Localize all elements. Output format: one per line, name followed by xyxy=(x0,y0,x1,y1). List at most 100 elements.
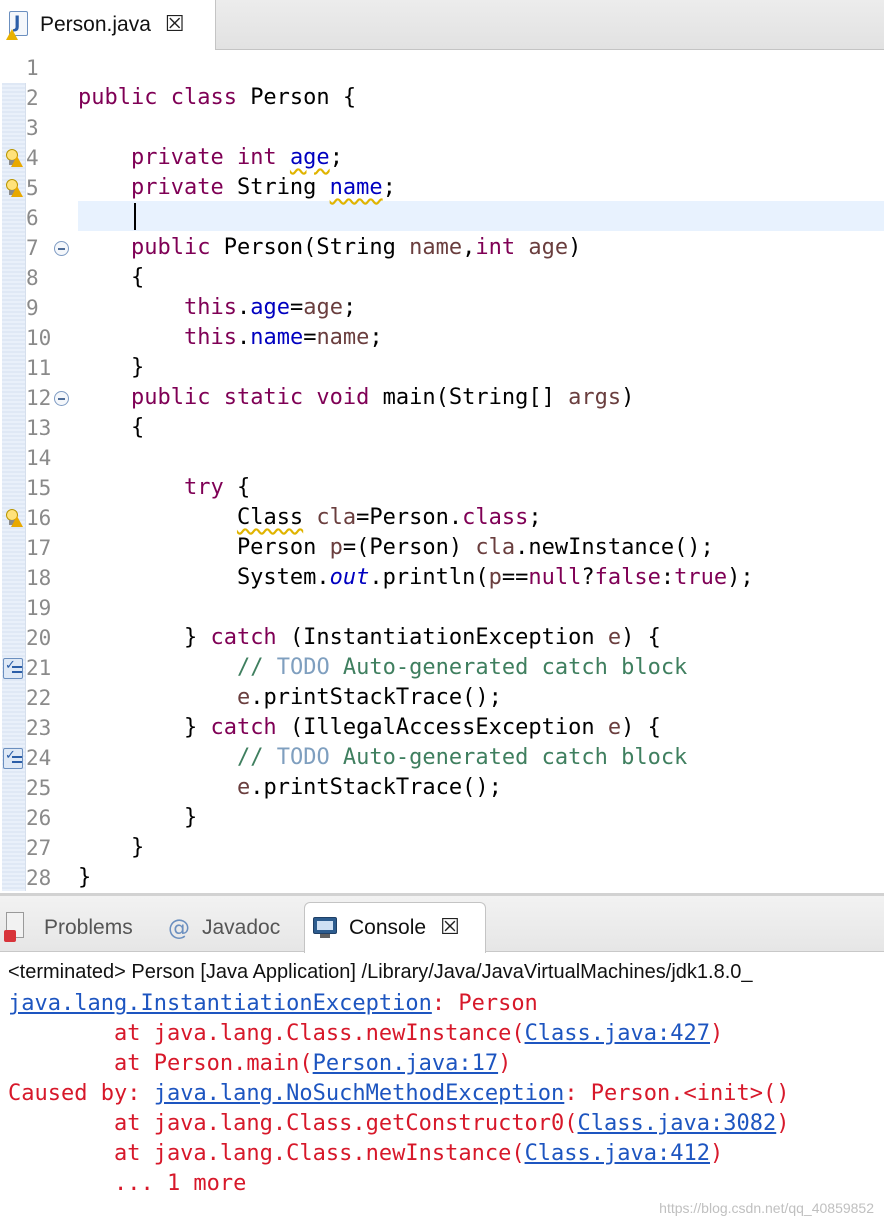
collapse-fold-icon[interactable] xyxy=(54,391,69,406)
gutter-row[interactable]: 10 xyxy=(0,323,76,353)
code-line[interactable]: private String name; xyxy=(78,173,396,203)
code-line[interactable]: this.name=name; xyxy=(78,323,383,353)
code-line[interactable]: } catch (IllegalAccessException e) { xyxy=(78,713,661,743)
code-line[interactable]: } xyxy=(78,863,91,893)
tab-javadoc[interactable]: @ Javadoc xyxy=(168,904,280,952)
code-line[interactable]: private int age; xyxy=(78,143,343,173)
code-editor[interactable]: 1234567891011121314151617181920212223242… xyxy=(0,51,884,893)
gutter-row[interactable]: 21 xyxy=(0,653,76,683)
code-token: args xyxy=(568,385,622,410)
quick-fix-warning-icon[interactable] xyxy=(3,149,23,167)
code-line[interactable]: } catch (InstantiationException e) { xyxy=(78,623,661,653)
gutter-row[interactable]: 23 xyxy=(0,713,76,743)
gutter-row[interactable]: 5 xyxy=(0,173,76,203)
stack-trace-link[interactable]: java.lang.NoSuchMethodException xyxy=(154,1081,565,1106)
code-line[interactable]: e.printStackTrace(); xyxy=(78,773,502,803)
code-token: } xyxy=(78,625,211,650)
gutter-row[interactable]: 22 xyxy=(0,683,76,713)
gutter-row[interactable]: 19 xyxy=(0,593,76,623)
stack-trace-link[interactable]: Class.java:427 xyxy=(525,1021,710,1046)
code-line[interactable]: public Person(String name,int age) xyxy=(78,233,581,263)
tab-console[interactable]: Console ☒ xyxy=(304,902,486,953)
code-token: e xyxy=(236,775,251,800)
code-line[interactable]: // TODO Auto-generated catch block xyxy=(78,743,687,773)
line-number: 18 xyxy=(26,566,52,590)
gutter-row[interactable]: 13 xyxy=(0,413,76,443)
gutter-row[interactable]: 18 xyxy=(0,563,76,593)
code-line[interactable]: public static void main(String[] args) xyxy=(78,383,634,413)
code-line[interactable]: } xyxy=(78,833,144,863)
code-line[interactable]: } xyxy=(78,353,144,383)
gutter-row[interactable]: 9 xyxy=(0,293,76,323)
code-token: name xyxy=(316,325,370,350)
code-token: private xyxy=(130,175,237,200)
line-number: 5 xyxy=(26,176,39,200)
line-number: 12 xyxy=(26,386,52,410)
console-text: : Person xyxy=(431,991,538,1016)
gutter-row[interactable]: 8 xyxy=(0,263,76,293)
problems-icon xyxy=(4,912,30,944)
close-tab-icon[interactable]: ☒ xyxy=(165,14,185,36)
gutter-row[interactable]: 7 xyxy=(0,233,76,263)
code-token: .println( xyxy=(369,565,489,590)
code-token: out xyxy=(329,565,370,590)
gutter-row[interactable]: 2 xyxy=(0,83,76,113)
quick-fix-warning-icon[interactable] xyxy=(3,509,23,527)
line-number: 24 xyxy=(26,746,52,770)
code-line[interactable]: public class Person { xyxy=(78,83,356,113)
gutter-row[interactable]: 6 xyxy=(0,203,76,233)
tab-javadoc-label: Javadoc xyxy=(202,916,281,939)
gutter-row[interactable]: 25 xyxy=(0,773,76,803)
gutter-row[interactable]: 17 xyxy=(0,533,76,563)
code-line[interactable]: } xyxy=(78,803,197,833)
gutter-row[interactable]: 26 xyxy=(0,803,76,833)
code-line[interactable]: System.out.println(p==null?false:true); xyxy=(78,563,754,593)
code-line[interactable]: Class cla=Person.class; xyxy=(78,503,542,533)
code-token: System. xyxy=(78,565,330,590)
quick-fix-warning-icon[interactable] xyxy=(3,179,23,197)
console-output[interactable]: <terminated> Person [Java Application] /… xyxy=(0,953,884,1228)
code-line[interactable]: { xyxy=(78,263,144,293)
gutter-row[interactable]: 12 xyxy=(0,383,76,413)
stack-trace-link[interactable]: Class.java:412 xyxy=(525,1141,710,1166)
gutter-row[interactable]: 3 xyxy=(0,113,76,143)
gutter-row[interactable]: 1 xyxy=(0,53,76,83)
task-marker-icon[interactable] xyxy=(3,658,23,679)
console-text: at java.lang.Class.getConstructor0( xyxy=(8,1111,578,1136)
gutter-row[interactable]: 24 xyxy=(0,743,76,773)
code-line[interactable]: Person p=(Person) cla.newInstance(); xyxy=(78,533,714,563)
close-console-icon[interactable]: ☒ xyxy=(440,917,460,939)
code-token: } xyxy=(78,865,92,890)
gutter-row[interactable]: 4 xyxy=(0,143,76,173)
gutter-row[interactable]: 14 xyxy=(0,443,76,473)
code-line[interactable]: e.printStackTrace(); xyxy=(78,683,502,713)
stack-trace-link[interactable]: Person.java:17 xyxy=(313,1051,498,1076)
gutter-row[interactable]: 27 xyxy=(0,833,76,863)
line-number: 9 xyxy=(26,296,39,320)
code-token: this xyxy=(183,295,237,320)
code-line[interactable]: try { xyxy=(78,473,250,503)
code-token: try xyxy=(183,475,237,500)
collapse-fold-icon[interactable] xyxy=(54,241,69,256)
gutter-row[interactable]: 15 xyxy=(0,473,76,503)
console-text: at java.lang.Class.newInstance( xyxy=(8,1021,525,1046)
line-number: 7 xyxy=(26,236,39,260)
line-number: 26 xyxy=(26,806,52,830)
gutter-row[interactable]: 11 xyxy=(0,353,76,383)
code-line[interactable]: // TODO Auto-generated catch block xyxy=(78,653,687,683)
gutter-row[interactable]: 20 xyxy=(0,623,76,653)
task-marker-icon[interactable] xyxy=(3,748,23,769)
code-token: catch xyxy=(210,715,290,740)
editor-tab-person-java[interactable]: J Person.java ☒ xyxy=(0,0,216,50)
code-line[interactable]: { xyxy=(78,413,144,443)
line-number: 2 xyxy=(26,86,39,110)
gutter-row[interactable]: 28 xyxy=(0,863,76,893)
tab-problems[interactable]: Problems xyxy=(4,904,133,952)
gutter-row[interactable]: 16 xyxy=(0,503,76,533)
code-line[interactable]: this.age=age; xyxy=(78,293,356,323)
stack-trace-link[interactable]: java.lang.InstantiationException xyxy=(8,991,432,1016)
stack-trace-link[interactable]: Class.java:3082 xyxy=(578,1111,777,1136)
